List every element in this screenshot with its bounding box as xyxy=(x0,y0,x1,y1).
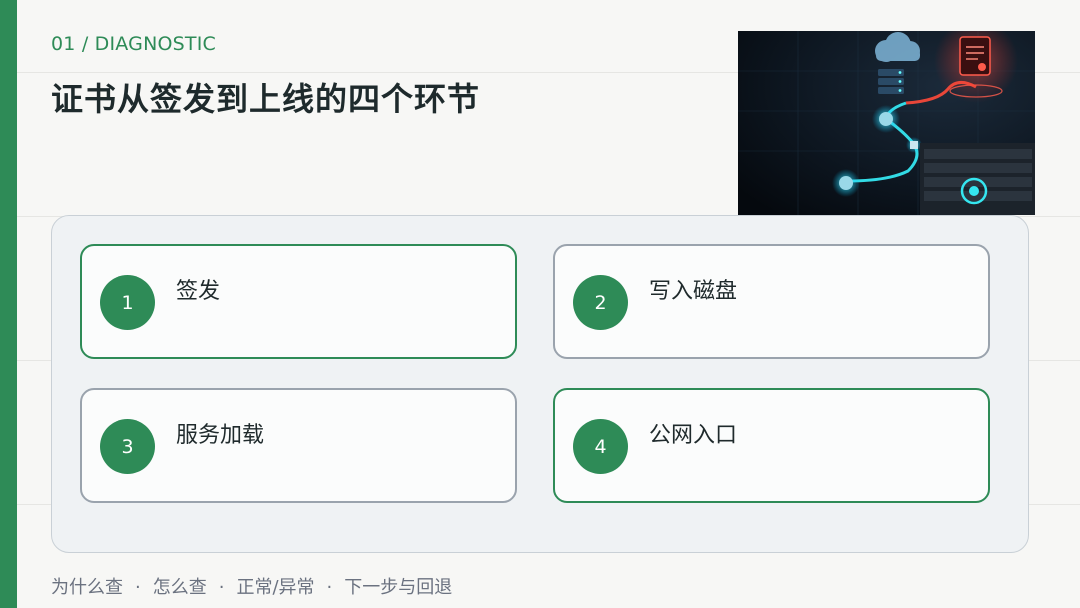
page-title: 证书从签发到上线的四个环节 xyxy=(51,80,481,118)
steps-panel: 1 签发 2 写入磁盘 3 服务加载 4 公网入口 xyxy=(51,215,1029,553)
step-number-badge: 1 xyxy=(100,275,155,330)
left-accent-bar xyxy=(0,0,17,608)
step-card-2[interactable]: 2 写入磁盘 xyxy=(553,244,990,359)
footer-separator: · xyxy=(326,577,333,598)
footer-item[interactable]: 怎么查 xyxy=(153,577,207,598)
footer-item[interactable]: 为什么查 xyxy=(51,577,123,598)
footer-item[interactable]: 下一步与回退 xyxy=(344,577,452,598)
step-number-badge: 2 xyxy=(573,275,628,330)
step-label: 公网入口 xyxy=(649,423,738,448)
step-number-badge: 3 xyxy=(100,419,155,474)
step-number-badge: 4 xyxy=(573,419,628,474)
step-label: 服务加载 xyxy=(176,423,265,448)
footer-separator: · xyxy=(135,577,141,598)
section-eyebrow: 01 / DIAGNOSTIC xyxy=(51,33,216,55)
footer-separator: · xyxy=(218,577,225,598)
step-card-3[interactable]: 3 服务加载 xyxy=(80,388,517,503)
cloud-server-certificate-illustration-icon xyxy=(738,31,1035,215)
step-card-1[interactable]: 1 签发 xyxy=(80,244,517,359)
step-label: 写入磁盘 xyxy=(649,279,738,304)
hero-illustration xyxy=(738,31,1035,215)
footer-item[interactable]: 正常/异常 xyxy=(236,577,314,598)
step-label: 签发 xyxy=(176,279,221,304)
step-card-4[interactable]: 4 公网入口 xyxy=(553,388,990,503)
footer-nav: 为什么查 · 怎么查 · 正常/异常 · 下一步与回退 xyxy=(51,573,452,599)
